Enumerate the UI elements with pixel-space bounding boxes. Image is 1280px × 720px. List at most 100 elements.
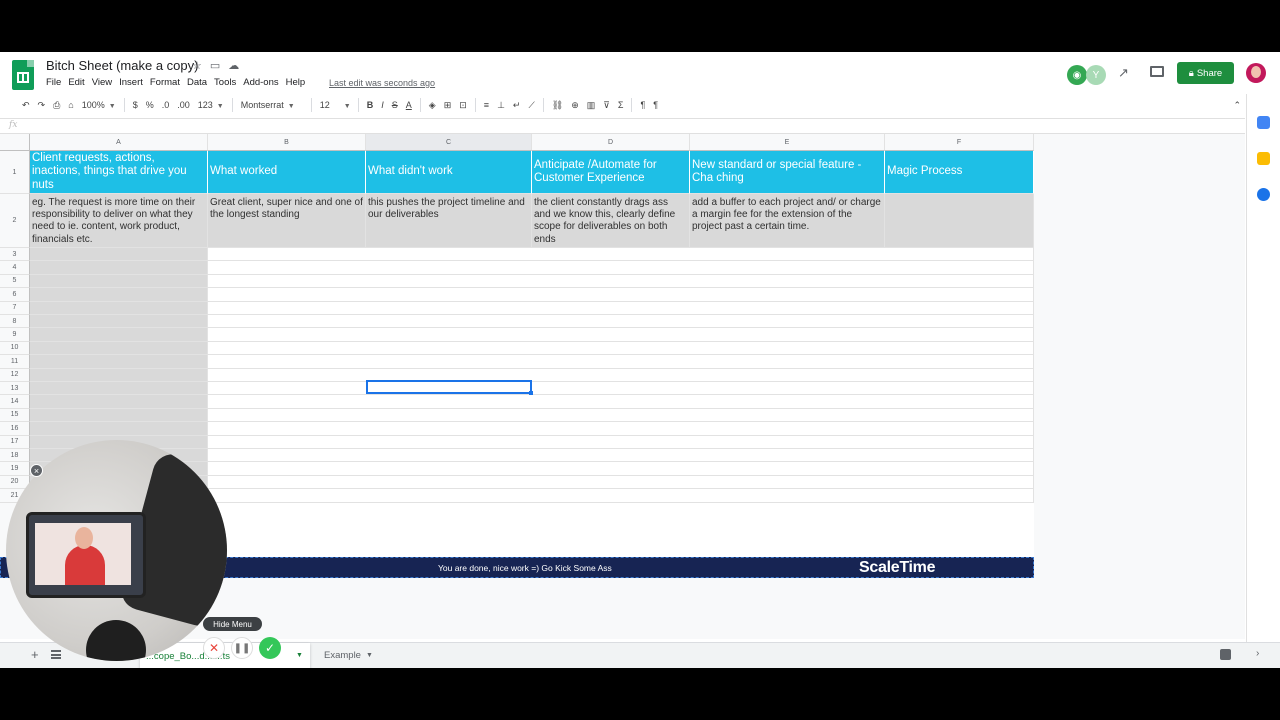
cell-a16[interactable] xyxy=(30,422,208,436)
account-avatar[interactable] xyxy=(1246,63,1266,83)
row-cells-9[interactable] xyxy=(208,328,1034,342)
cell-d2[interactable]: the client constantly drags ass and we k… xyxy=(532,194,690,248)
row-header-10[interactable]: 10 xyxy=(0,341,30,356)
row-cells-6[interactable] xyxy=(208,288,1034,302)
cell-a9[interactable] xyxy=(30,328,208,342)
row-header-5[interactable]: 5 xyxy=(0,274,30,289)
star-icon[interactable]: ☆ xyxy=(192,59,202,72)
row-cells-18[interactable] xyxy=(208,449,1034,463)
increase-decimal-button[interactable]: .00 xyxy=(173,100,194,110)
cell-b2[interactable]: Great client, super nice and one of the … xyxy=(208,194,366,248)
finish-recording-icon[interactable]: ✓ xyxy=(259,637,281,659)
formula-bar[interactable]: fx xyxy=(0,118,1245,134)
cancel-recording-icon[interactable]: ✕ xyxy=(203,637,225,659)
row-cells-20[interactable] xyxy=(208,475,1034,490)
tasks-icon[interactable] xyxy=(1257,188,1270,201)
row-cells-14[interactable] xyxy=(208,395,1034,409)
move-folder-icon[interactable]: ▭ xyxy=(210,59,220,72)
cell-f2[interactable] xyxy=(885,194,1034,248)
insert-link-icon[interactable]: ⛓︎ xyxy=(548,100,567,111)
row-cells-8[interactable] xyxy=(208,315,1034,329)
menu-format[interactable]: Format xyxy=(150,77,185,88)
row-header-7[interactable]: 7 xyxy=(0,301,30,315)
select-all-corner[interactable] xyxy=(0,134,30,151)
cell-a15[interactable] xyxy=(30,408,208,423)
column-header-b[interactable]: B xyxy=(208,134,366,151)
vertical-align-icon[interactable]: ⊥ xyxy=(493,100,509,111)
row-cells-7[interactable] xyxy=(208,301,1034,315)
hide-menu-tooltip[interactable]: Hide Menu xyxy=(203,617,262,631)
menu-view[interactable]: View xyxy=(92,77,117,88)
add-sheet-icon[interactable]: + xyxy=(31,647,39,662)
strikethrough-button[interactable]: S xyxy=(388,100,402,110)
text-direction-ltr-icon[interactable]: ¶ xyxy=(636,100,649,110)
sheet-tab-example[interactable]: Example xyxy=(324,650,361,661)
text-color-button[interactable]: A xyxy=(402,100,416,110)
menu-addons[interactable]: Add-ons xyxy=(243,77,283,88)
bold-button[interactable]: B xyxy=(363,100,378,110)
row-header-8[interactable]: 8 xyxy=(0,315,30,329)
row-cells-19[interactable] xyxy=(208,462,1034,476)
menu-file[interactable]: File xyxy=(46,77,66,88)
row-cells-16[interactable] xyxy=(208,422,1034,436)
row-cells-4[interactable] xyxy=(208,261,1034,275)
font-size-select[interactable]: 12 ▼ xyxy=(316,100,354,110)
insert-chart-icon[interactable]: ▥ xyxy=(583,100,600,111)
cell-f1[interactable]: Magic Process xyxy=(885,151,1034,194)
row-cells-17[interactable] xyxy=(208,435,1034,449)
sheets-logo-icon[interactable] xyxy=(12,60,34,90)
font-family-select[interactable]: Montserrat ▼ xyxy=(237,100,307,110)
functions-button[interactable]: Σ xyxy=(614,100,628,110)
activity-dashboard-icon[interactable]: ↗ xyxy=(1118,65,1129,81)
percent-format-button[interactable]: % xyxy=(142,100,158,110)
row-header-12[interactable]: 12 xyxy=(0,368,30,382)
row-cells-5[interactable] xyxy=(208,274,1034,289)
cell-d1[interactable]: Anticipate /Automate for Customer Experi… xyxy=(532,151,690,194)
row-header-11[interactable]: 11 xyxy=(0,355,30,369)
last-edit-link[interactable]: Last edit was seconds ago xyxy=(329,78,435,88)
explore-icon[interactable] xyxy=(1220,649,1231,660)
row-header-18[interactable]: 18 xyxy=(0,449,30,463)
cell-a10[interactable] xyxy=(30,341,208,356)
zoom-select[interactable]: 100% ▼ xyxy=(78,100,120,110)
menu-tools[interactable]: Tools xyxy=(214,77,241,88)
borders-icon[interactable]: ⊞ xyxy=(440,100,456,111)
column-header-a[interactable]: A xyxy=(30,134,208,151)
document-title[interactable]: Bitch Sheet (make a copy) xyxy=(46,58,198,73)
row-cells-11[interactable] xyxy=(208,355,1034,369)
text-rotation-icon[interactable]: ⟋ xyxy=(524,100,538,111)
comments-icon[interactable] xyxy=(1150,66,1164,77)
print-icon[interactable]: ⎙ xyxy=(49,100,64,111)
row-header-19[interactable]: 19 xyxy=(0,462,30,476)
collapse-menu-icon[interactable]: ⌃ xyxy=(1229,100,1245,111)
cell-a2[interactable]: eg. The request is more time on their re… xyxy=(30,194,208,248)
fill-color-icon[interactable]: ◈ xyxy=(425,100,440,111)
chevron-right-icon[interactable]: › xyxy=(1256,648,1259,659)
row-header-3[interactable]: 3 xyxy=(0,248,30,262)
cloud-status-icon[interactable]: ☁ xyxy=(228,59,239,72)
column-header-f[interactable]: F xyxy=(885,134,1034,151)
italic-button[interactable]: I xyxy=(377,100,388,110)
text-direction-rtl-icon[interactable]: ¶ xyxy=(649,100,662,110)
cell-a6[interactable] xyxy=(30,288,208,302)
cell-a11[interactable] xyxy=(30,355,208,369)
menu-edit[interactable]: Edit xyxy=(68,77,89,88)
row-cells-12[interactable] xyxy=(208,368,1034,382)
column-header-e[interactable]: E xyxy=(690,134,885,151)
cell-c2[interactable]: this pushes the project timeline and our… xyxy=(366,194,532,248)
collaborator-avatar[interactable]: Y xyxy=(1086,65,1106,85)
row-header-6[interactable]: 6 xyxy=(0,288,30,302)
cell-c1[interactable]: What didn't work xyxy=(366,151,532,194)
row-header-2[interactable]: 2 xyxy=(0,194,30,248)
text-wrapping-icon[interactable]: ↵ xyxy=(509,100,525,111)
active-cell-selection[interactable] xyxy=(366,380,533,395)
cell-a5[interactable] xyxy=(30,274,208,289)
cell-e2[interactable]: add a buffer to each project and/ or cha… xyxy=(690,194,885,248)
row-header-1[interactable]: 1 xyxy=(0,151,30,194)
row-header-15[interactable]: 15 xyxy=(0,408,30,423)
cell-a8[interactable] xyxy=(30,315,208,329)
cell-b1[interactable]: What worked xyxy=(208,151,366,194)
row-header-4[interactable]: 4 xyxy=(0,261,30,275)
row-cells-21[interactable] xyxy=(208,489,1034,503)
row-cells-13[interactable] xyxy=(208,382,1034,396)
